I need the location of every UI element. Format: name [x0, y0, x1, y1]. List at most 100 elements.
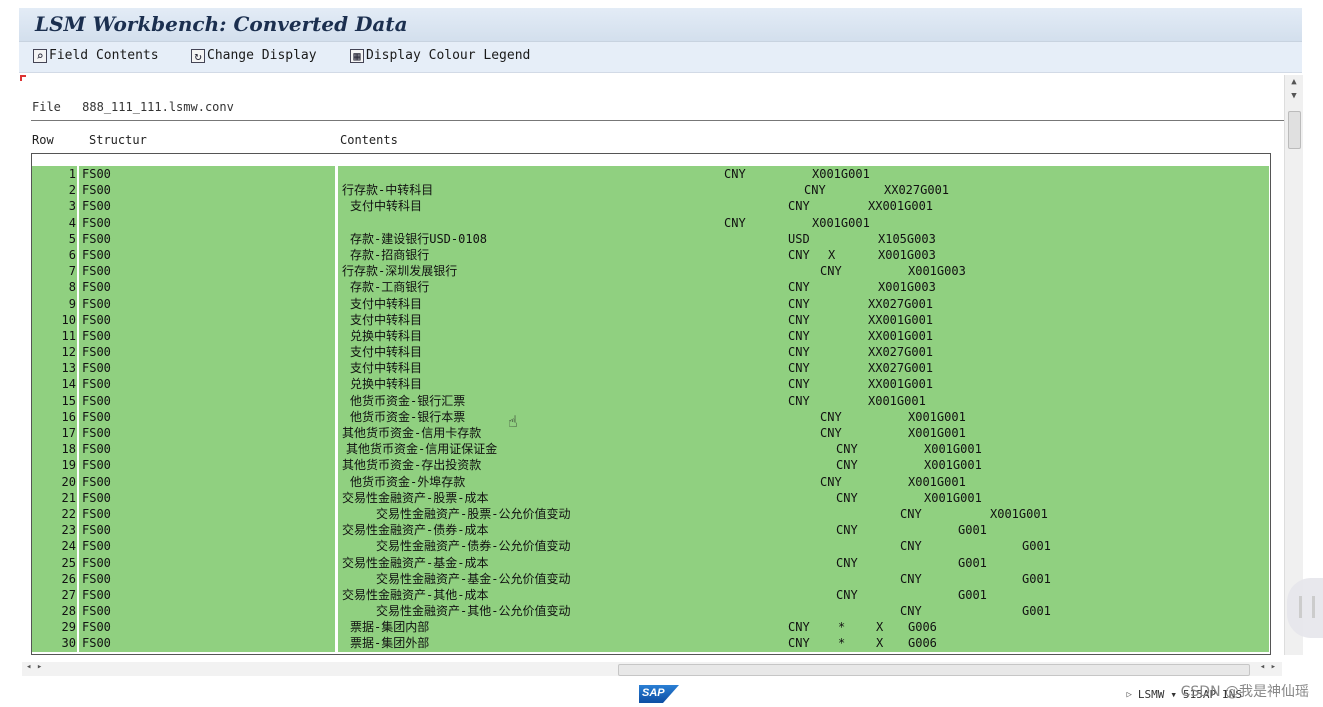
- row-code: X001G001: [868, 393, 926, 408]
- vertical-scrollbar[interactable]: ▲ ▼: [1284, 75, 1303, 655]
- table-row[interactable]: 22 FS00 交易性金融资产-股票-公允价值变动 CNY X001G001: [32, 505, 1270, 523]
- table-row[interactable]: 15 FS00 他货币资金-银行汇票 CNY X001G001: [32, 392, 1270, 409]
- table-row[interactable]: 13 FS00 支付中转科目 CNY XX027G001: [32, 360, 1270, 377]
- scroll-down-icon[interactable]: ▼: [1285, 89, 1303, 103]
- row-contents: 其他货币资金-信用证保证金 CNY X001G001: [338, 441, 1269, 458]
- file-info: File 888_111_111.lsmw.conv: [32, 100, 234, 114]
- row-number: 4: [32, 214, 77, 231]
- table-row[interactable]: 26 FS00 交易性金融资产-基金-公允价值变动 CNY G001: [32, 570, 1270, 587]
- row-code: X001G001: [812, 167, 870, 181]
- row-currency: USD: [788, 231, 810, 246]
- column-header-structure[interactable]: Structur: [89, 133, 147, 147]
- row-currency: CNY: [788, 312, 810, 327]
- row-contents: 交易性金融资产-其他-成本 CNY G001: [338, 586, 1269, 604]
- table-row[interactable]: 18 FS00 其他货币资金-信用证保证金 CNY X001G001: [32, 441, 1270, 458]
- row-code: XX027G001: [868, 296, 934, 311]
- table-row[interactable]: 16 FS00 他货币资金-银行本票 CNY X001G001: [32, 408, 1270, 425]
- horizontal-scroll-thumb[interactable]: [618, 664, 1250, 676]
- scroll-right-icon[interactable]: ◂ ▸: [1260, 662, 1276, 672]
- row-asterisk: *: [838, 620, 846, 635]
- table-row[interactable]: 25 FS00 交易性金融资产-基金-成本 CNY G001: [32, 554, 1270, 571]
- row-contents: 交易性金融资产-股票-公允价值变动 CNY X001G001: [338, 505, 1269, 523]
- row-description: 行存款-中转科目: [342, 183, 434, 198]
- row-code: G001: [1022, 539, 1051, 554]
- table-row[interactable]: 23 FS00 交易性金融资产-债券-成本 CNY G001: [32, 522, 1270, 539]
- row-contents: 行存款-深圳发展银行 CNY X001G003: [338, 263, 1269, 280]
- row-contents: 其他货币资金-存出投资款 CNY X001G001: [338, 457, 1269, 474]
- table-row[interactable]: 12 FS00 支付中转科目 CNY XX027G001: [32, 344, 1270, 361]
- table-row[interactable]: 6 FS00 存款-招商银行 CNY X X001G003: [32, 246, 1270, 264]
- data-table: 1 FS00 CNY X001G001 2 FS00 行存款-中转科目 CNY XX027G00…: [31, 153, 1271, 655]
- scroll-left-icon[interactable]: ◂ ▸: [26, 662, 42, 672]
- scroll-up-icon[interactable]: ▲: [1285, 75, 1303, 89]
- row-contents: 他货币资金-银行本票 CNY X001G001: [338, 408, 1269, 425]
- table-row[interactable]: 5 FS00 存款-建设银行USD-0108 USD X105G003: [32, 230, 1270, 247]
- row-code: XX027G001: [868, 345, 934, 360]
- row-currency: CNY: [836, 458, 858, 473]
- row-currency: CNY: [836, 587, 858, 602]
- row-description: 支付中转科目: [350, 361, 423, 376]
- row-number: 25: [32, 554, 77, 571]
- row-structure: FS00: [79, 441, 335, 458]
- row-code: G006: [908, 636, 937, 651]
- row-structure: FS00: [79, 360, 335, 377]
- row-structure: FS00: [79, 554, 335, 571]
- magnifier-icon: ⌕: [33, 48, 47, 63]
- row-description: 交易性金融资产-其他-成本: [342, 587, 489, 602]
- display-colour-legend-button[interactable]: ▦ Display Colour Legend: [350, 48, 530, 63]
- row-currency: CNY: [900, 539, 922, 554]
- change-display-button[interactable]: ↻ Change Display: [191, 48, 317, 63]
- table-row[interactable]: 28 FS00 交易性金融资产-其他-公允价值变动 CNY G001: [32, 603, 1270, 620]
- table-row[interactable]: 21 FS00 交易性金融资产-股票-成本 CNY X001G001: [32, 489, 1270, 506]
- row-description: 支付中转科目: [350, 345, 423, 360]
- table-row[interactable]: 7 FS00 行存款-深圳发展银行 CNY X001G003: [32, 263, 1270, 280]
- row-number: 8: [32, 279, 77, 296]
- table-row[interactable]: 24 FS00 交易性金融资产-债券-公允价值变动 CNY G001: [32, 538, 1270, 555]
- table-row[interactable]: 30 FS00 票据-集团外部 CNY * X G006: [32, 635, 1270, 652]
- row-structure: FS00: [79, 473, 335, 490]
- table-row[interactable]: 27 FS00 交易性金融资产-其他-成本 CNY G001: [32, 586, 1270, 604]
- row-code: XX001G001: [868, 377, 934, 392]
- row-structure: FS00: [79, 311, 335, 328]
- table-row[interactable]: 17 FS00 其他货币资金-信用卡存款 CNY X001G001: [32, 425, 1270, 442]
- column-header-row[interactable]: Row: [32, 133, 54, 147]
- status-system[interactable]: LSMW: [1138, 688, 1165, 701]
- table-row[interactable]: 4 FS00 CNY X001G001: [32, 214, 1270, 231]
- table-row[interactable]: 29 FS00 票据-集团内部 CNY * X G006: [32, 619, 1270, 636]
- row-description: 交易性金融资产-基金-成本: [342, 555, 489, 570]
- table-row[interactable]: 19 FS00 其他货币资金-存出投资款 CNY X001G001: [32, 457, 1270, 474]
- status-play-icon[interactable]: ▷: [1126, 690, 1131, 700]
- row-number: 5: [32, 230, 77, 247]
- row-currency: CNY: [820, 474, 842, 489]
- status-dropdown-icon[interactable]: ▾: [1170, 688, 1177, 701]
- table-row[interactable]: 14 FS00 兑换中转科目 CNY XX001G001: [32, 376, 1270, 393]
- column-header-contents[interactable]: Contents: [340, 133, 398, 147]
- row-contents: 交易性金融资产-基金-成本 CNY G001: [338, 554, 1269, 571]
- toolbar: ⌕ Field Contents ↻ Change Display ▦ Disp…: [19, 42, 1302, 73]
- row-code: G001: [958, 555, 987, 570]
- table-row[interactable]: 10 FS00 支付中转科目 CNY XX001G001: [32, 311, 1270, 328]
- row-code: G001: [958, 523, 987, 538]
- table-row[interactable]: 3 FS00 支付中转科目 CNY XX001G001: [32, 198, 1270, 215]
- row-number: 27: [32, 586, 77, 604]
- row-contents: 他货币资金-外埠存款 CNY X001G001: [338, 473, 1269, 490]
- table-row[interactable]: 11 FS00 兑换中转科目 CNY XX001G001: [32, 327, 1270, 345]
- table-row[interactable]: 20 FS00 他货币资金-外埠存款 CNY X001G001: [32, 473, 1270, 490]
- row-structure: FS00: [79, 327, 335, 345]
- row-code: XX001G001: [868, 199, 934, 214]
- legend-icon: ▦: [350, 48, 364, 63]
- table-row[interactable]: 8 FS00 存款-工商银行 CNY X001G003: [32, 279, 1270, 296]
- row-number: 15: [32, 392, 77, 409]
- row-contents: 交易性金融资产-债券-公允价值变动 CNY G001: [338, 538, 1269, 555]
- table-row[interactable]: 2 FS00 行存款-中转科目 CNY XX027G001: [32, 182, 1270, 199]
- field-contents-button[interactable]: ⌕ Field Contents: [33, 48, 159, 63]
- table-row[interactable]: 1 FS00 CNY X001G001: [32, 166, 1270, 183]
- vertical-scroll-thumb[interactable]: [1288, 111, 1301, 149]
- table-row[interactable]: 9 FS00 支付中转科目 CNY XX027G001: [32, 295, 1270, 312]
- row-number: 21: [32, 489, 77, 506]
- horizontal-scrollbar[interactable]: ◂ ▸ ◂ ▸: [22, 662, 1282, 676]
- row-number: 28: [32, 603, 77, 620]
- row-structure: FS00: [79, 392, 335, 409]
- hand-cursor-icon: ☝: [508, 412, 518, 431]
- video-overlay-button[interactable]: [1287, 578, 1323, 638]
